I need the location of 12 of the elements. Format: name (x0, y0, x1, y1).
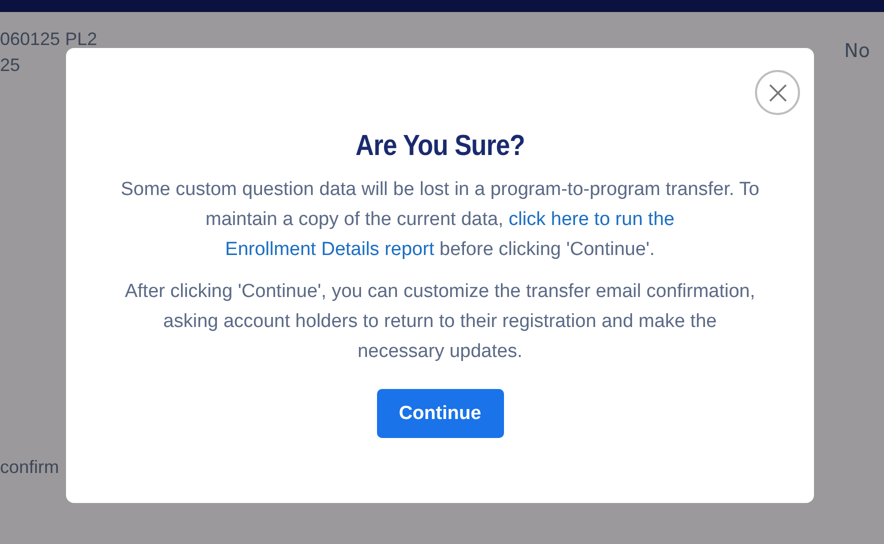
dialog-message: Some custom question data will be lost in a program-to-program transfer. To maintain a copy of the current data, click here to run the Enrollment Details report before clicking 'Continue'. (120, 178, 760, 262)
dialog-title: Are You Sure? (355, 130, 525, 163)
continue-button[interactable]: Continue (376, 389, 504, 438)
table-cell-text: 25 (0, 54, 22, 77)
table-cell-text: confirm (0, 456, 60, 479)
report-link[interactable]: click here to run the (508, 209, 674, 230)
table-cell-text: 060125 PL2 (0, 28, 98, 51)
report-link[interactable]: Enrollment Details report (225, 239, 434, 260)
close-button[interactable] (755, 70, 800, 115)
dialog-message: After clicking 'Continue', you can customize the transfer email confirmation, asking account holders to return to their registration and make the necessary updates. (124, 280, 756, 364)
table-cell-text: No (844, 39, 870, 64)
close-icon (768, 82, 788, 102)
